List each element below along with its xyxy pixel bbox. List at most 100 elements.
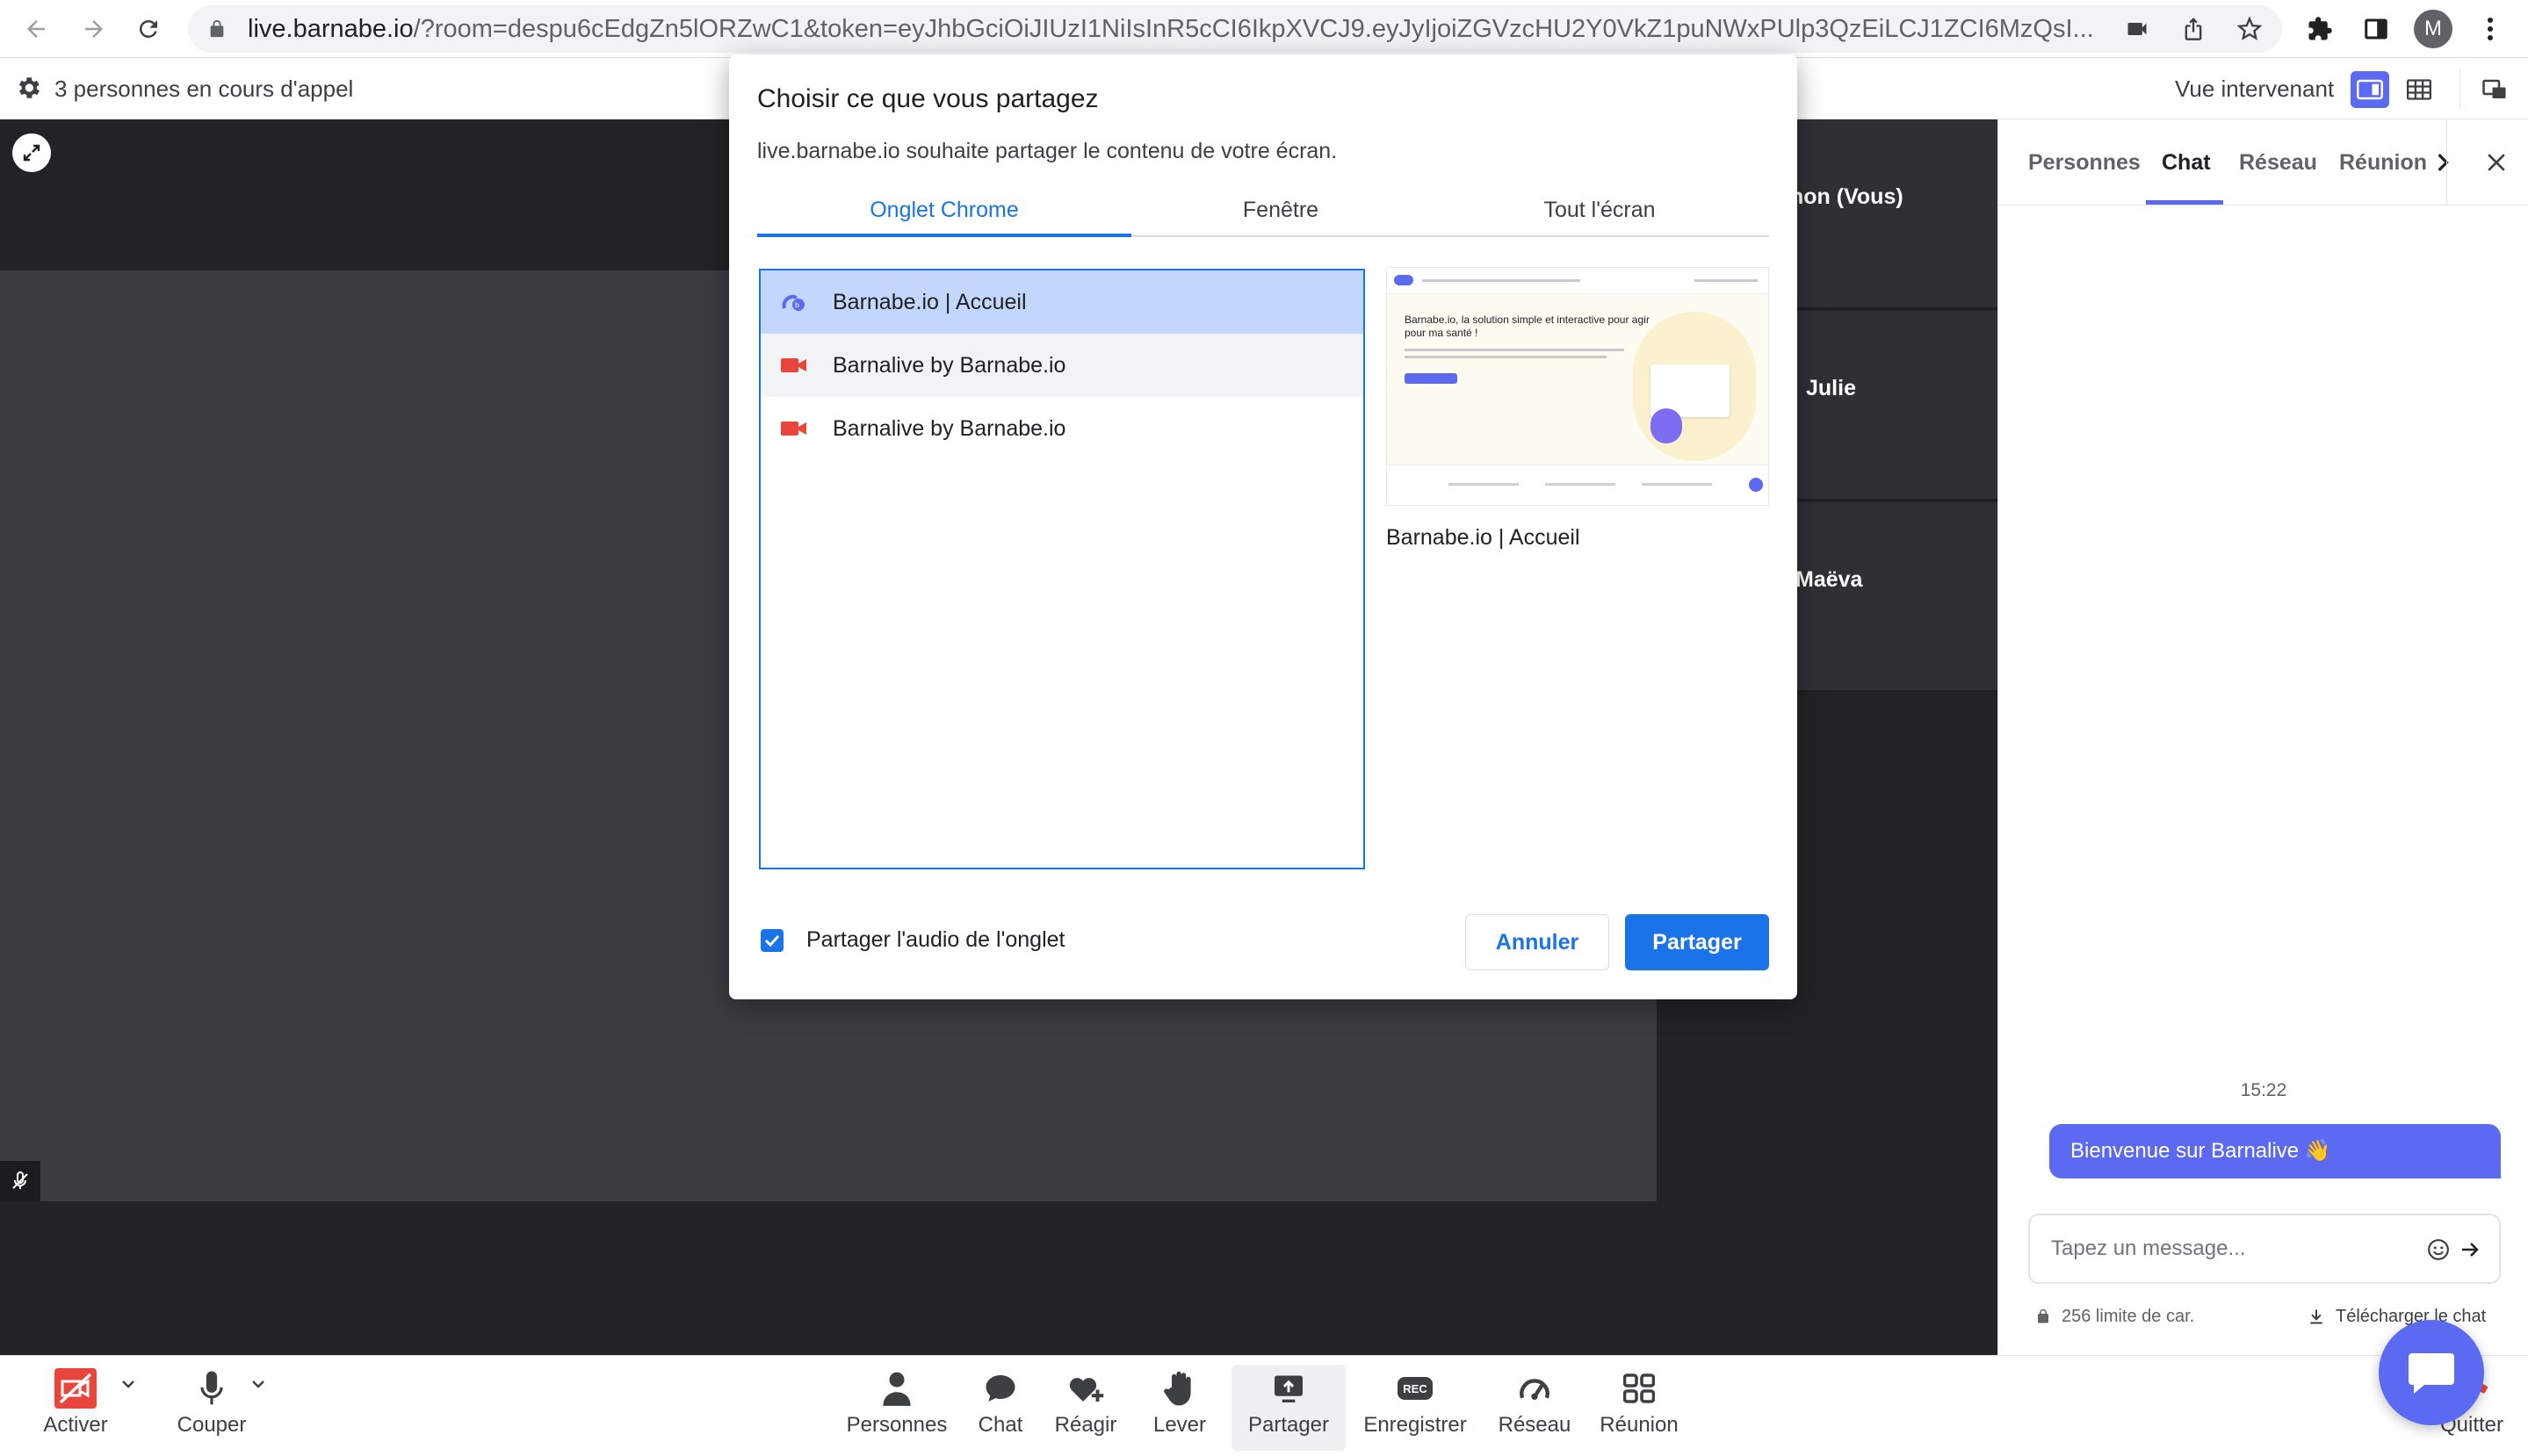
record-button[interactable]: REC Enregistrer xyxy=(1358,1365,1472,1451)
tab-entire-screen[interactable]: Tout l'écran xyxy=(1430,183,1769,237)
tab-reunion[interactable]: Réunion xyxy=(2339,119,2427,205)
preview-caption: Barnabe.io | Accueil xyxy=(1386,525,1580,550)
browser-toolbar: live.barnabe.io/?room=despu6cEdgZn5lORZw… xyxy=(0,0,2528,58)
tab-source-list: b Barnabe.io | Accueil Barnalive by Barn… xyxy=(759,269,1365,869)
grid-layout-icon xyxy=(2407,79,2431,100)
list-item[interactable]: Barnalive by Barnabe.io xyxy=(761,334,1363,397)
tabs-scroll-right[interactable] xyxy=(2427,119,2459,205)
extensions-puzzle-icon[interactable] xyxy=(2301,11,2338,47)
react-label: Réagir xyxy=(1054,1413,1117,1437)
people-button[interactable]: Personnes xyxy=(840,1365,954,1451)
download-icon xyxy=(2310,1309,2322,1324)
speedometer-icon xyxy=(1520,1379,1549,1400)
char-limit-text: 256 limite de car. xyxy=(2062,1307,2195,1326)
side-panel-tabs: Personnes Chat Réseau Réunion xyxy=(1998,119,2528,205)
share-screen-dialog: Choisir ce que vous partagez live.barnab… xyxy=(729,54,1797,999)
camera-options-caret[interactable] xyxy=(118,1373,139,1395)
checkmark-icon xyxy=(764,934,780,947)
reload-button[interactable] xyxy=(130,11,167,47)
call-toolbar: Activer Couper Personnes Chat Réagir Lev… xyxy=(0,1355,2528,1456)
network-button[interactable]: Réseau xyxy=(1493,1365,1576,1451)
tab-window[interactable]: Fenêtre xyxy=(1131,183,1430,237)
tab-chat[interactable]: Chat xyxy=(2162,119,2211,205)
share-page-icon[interactable] xyxy=(2180,16,2207,42)
send-button[interactable] xyxy=(2457,1236,2483,1263)
emoji-button[interactable] xyxy=(2425,1236,2452,1263)
browser-menu-icon[interactable] xyxy=(2472,11,2509,47)
preview-headline: Barnabe.io, la solution simple et intera… xyxy=(1405,314,1650,339)
close-panel-button[interactable] xyxy=(2476,142,2517,183)
share-button[interactable]: Partager xyxy=(1625,914,1769,970)
preview-chat-fab xyxy=(1749,478,1763,492)
chat-input-box xyxy=(2028,1214,2501,1284)
video-camera-icon xyxy=(780,351,808,379)
meeting-label: Réunion xyxy=(1600,1413,1679,1437)
side-panel-icon[interactable] xyxy=(2358,11,2394,47)
raise-hand-label: Lever xyxy=(1152,1413,1207,1437)
participant-name: non (Vous) xyxy=(1790,184,1903,209)
tab-chrome-tab[interactable]: Onglet Chrome xyxy=(757,183,1131,237)
preview-nav-right xyxy=(1694,279,1758,282)
chat-button[interactable]: Chat xyxy=(971,1365,1029,1451)
list-item[interactable]: b Barnabe.io | Accueil xyxy=(761,270,1363,334)
preview-mascot xyxy=(1650,408,1682,443)
message-bubble-icon xyxy=(2409,1353,2454,1394)
dialog-title: Choisir ce que vous partagez xyxy=(757,84,1099,113)
hand-icon xyxy=(1164,1371,1191,1406)
participant-name: Julie xyxy=(1806,376,1856,400)
preview-feature xyxy=(1642,483,1712,486)
camera-toggle-button[interactable]: Activer xyxy=(39,1365,112,1451)
bookmark-star-icon[interactable] xyxy=(2236,16,2263,42)
preview-feature xyxy=(1448,483,1519,486)
picture-in-picture-button[interactable] xyxy=(2475,71,2514,108)
grid-view-button[interactable] xyxy=(2400,71,2438,108)
cancel-button[interactable]: Annuler xyxy=(1465,914,1609,970)
active-tab-indicator xyxy=(2146,200,2223,205)
lock-icon[interactable] xyxy=(207,18,227,44)
react-button[interactable]: Réagir xyxy=(1049,1365,1123,1451)
chat-message-bubble: Bienvenue sur Barnalive 👋 xyxy=(2049,1124,2501,1178)
list-item-title: Barnalive by Barnabe.io xyxy=(833,415,1066,441)
settings-gear-icon[interactable] xyxy=(14,74,42,106)
chat-timestamp: 15:22 xyxy=(2240,1080,2287,1100)
tabs-divider xyxy=(2446,119,2447,205)
preview-text-line xyxy=(1405,356,1607,358)
back-button[interactable] xyxy=(18,11,54,47)
mic-options-caret[interactable] xyxy=(248,1373,269,1395)
speaker-view-button[interactable] xyxy=(2351,71,2389,108)
heart-plus-icon xyxy=(1069,1378,1104,1402)
person-icon xyxy=(883,1372,911,1406)
meeting-button[interactable]: Réunion xyxy=(1595,1365,1683,1451)
arrow-left-icon xyxy=(27,20,45,38)
list-item-title: Barnalive by Barnabe.io xyxy=(833,352,1066,378)
profile-avatar[interactable]: M xyxy=(2414,10,2452,48)
raise-hand-button[interactable]: Lever xyxy=(1145,1365,1214,1451)
tab-personnes[interactable]: Personnes xyxy=(2028,119,2141,205)
tab-reseau[interactable]: Réseau xyxy=(2239,119,2317,205)
chevron-right-icon xyxy=(2438,154,2449,171)
address-bar[interactable]: live.barnabe.io/?room=despu6cEdgZn5lORZw… xyxy=(188,5,2282,53)
share-screen-button[interactable]: Partager xyxy=(1231,1365,1346,1451)
participant-name: Maëva xyxy=(1795,567,1863,592)
support-chat-fab[interactable] xyxy=(2379,1320,2484,1425)
chevron-down-icon xyxy=(122,1380,134,1388)
list-item[interactable]: Barnalive by Barnabe.io xyxy=(761,397,1363,460)
camera-in-use-icon[interactable] xyxy=(2124,16,2150,42)
download-chat-link[interactable]: Télécharger le chat xyxy=(2308,1303,2486,1330)
share-audio-checkbox[interactable] xyxy=(761,929,784,952)
preview-footer-strip xyxy=(1387,465,1768,505)
camera-off-icon xyxy=(54,1368,97,1409)
share-audio-label[interactable]: Partager l'audio de l'onglet xyxy=(806,927,1065,953)
video-camera-icon xyxy=(780,414,808,443)
expand-arrows-icon xyxy=(23,144,40,162)
chat-message-input[interactable] xyxy=(2051,1215,2420,1282)
arrow-right-icon xyxy=(85,20,103,38)
fullscreen-button[interactable] xyxy=(12,133,51,172)
dialog-tab-indicator xyxy=(757,234,1131,237)
url-text[interactable]: live.barnabe.io/?room=despu6cEdgZn5lORZw… xyxy=(248,5,2268,53)
rec-icon: REC xyxy=(1398,1377,1433,1400)
call-status-text: 3 personnes en cours d'appel xyxy=(54,76,354,102)
chat-label: Chat xyxy=(978,1413,1023,1437)
mic-toggle-button[interactable]: Couper xyxy=(170,1365,253,1451)
forward-button[interactable] xyxy=(76,11,112,47)
